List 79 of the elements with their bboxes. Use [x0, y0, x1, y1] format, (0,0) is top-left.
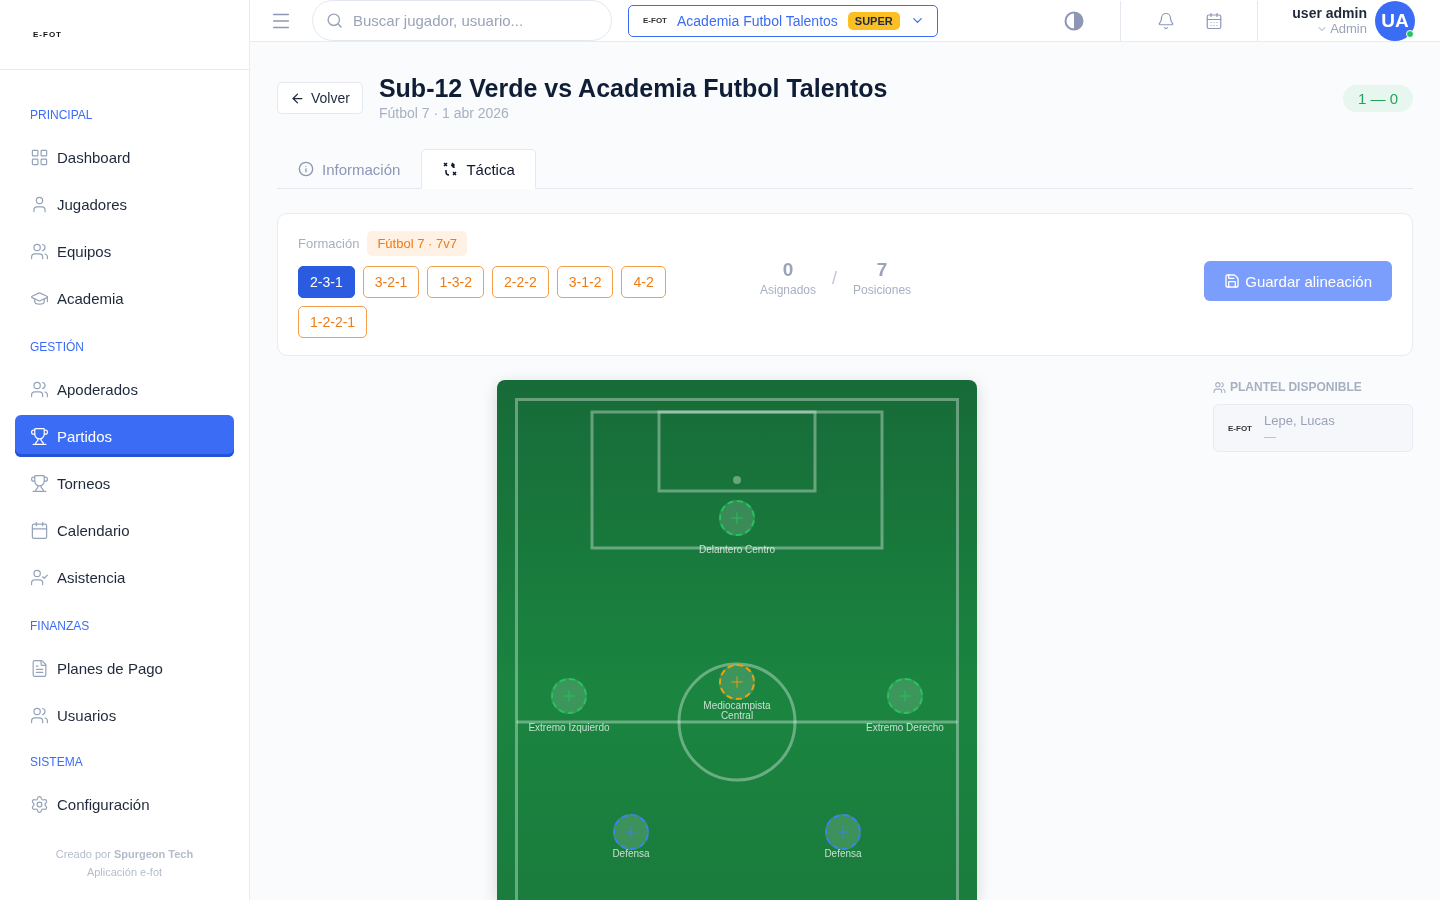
nav-icon	[30, 241, 49, 261]
section-heading: FINANZAS	[29, 618, 91, 635]
nav-item[interactable]: Apoderados	[15, 368, 234, 410]
info-icon	[298, 161, 314, 177]
app-name: Aplicación e-fot	[85, 866, 164, 878]
user-name: user admin	[1292, 5, 1367, 21]
nav-icon	[30, 520, 49, 540]
nav-icon	[30, 426, 49, 446]
assigned-label: Asignados	[760, 283, 817, 297]
nav-item[interactable]: Configuración	[15, 783, 234, 825]
plus-icon	[560, 687, 578, 705]
positions-count: 7	[876, 259, 888, 281]
nav-icon	[30, 567, 49, 587]
nav-item[interactable]: Torneos	[15, 462, 234, 504]
nav-icon	[30, 705, 49, 725]
position-label: Defensa	[612, 849, 650, 859]
match-title: Sub-12 Verde vs Academia Futbol Talentos	[378, 74, 888, 103]
people-icon	[1213, 380, 1226, 394]
position-slot[interactable]	[719, 500, 755, 536]
nav-icon	[30, 147, 49, 167]
nav-item[interactable]: Usuarios	[15, 694, 234, 736]
nav-icon	[30, 194, 49, 214]
position-label: Extremo Izquierdo	[528, 723, 610, 733]
nav-icon	[30, 794, 49, 814]
position-slot[interactable]	[719, 664, 755, 700]
position-slot[interactable]	[825, 814, 861, 850]
player-card[interactable]: E-FOT Lepe, Lucas —	[1213, 404, 1413, 452]
player-name: Lepe, Lucas	[1264, 412, 1335, 428]
nav-item[interactable]: Jugadores	[15, 183, 234, 225]
section-heading: GESTIÓN	[29, 338, 85, 356]
assigned-count: 0	[782, 259, 794, 281]
nav-icon	[30, 658, 49, 678]
plus-icon	[728, 673, 746, 691]
score-badge: 1 — 0	[1342, 85, 1413, 112]
position-label: Extremo Derecho	[866, 723, 944, 733]
formation-label: Formación	[298, 236, 360, 251]
position-slot[interactable]	[613, 814, 649, 850]
user-avatar[interactable]: UA	[1375, 0, 1415, 41]
separator: /	[832, 267, 838, 289]
position-slot[interactable]	[551, 678, 587, 714]
positions-label: Posiciones	[853, 283, 912, 297]
nav-item[interactable]: Planes de Pago	[15, 647, 234, 689]
plus-icon	[622, 823, 640, 841]
player-detail: —	[1264, 429, 1277, 444]
plus-icon	[834, 823, 852, 841]
club-selector[interactable]: E-FOT Academia Futbol Talentos SUPER	[628, 4, 938, 37]
brand-logo: E-FOT	[33, 30, 62, 39]
position-slot[interactable]	[887, 678, 923, 714]
calendar-icon[interactable]	[1205, 11, 1224, 30]
position-label: Delantero Centro	[698, 545, 776, 555]
plus-icon	[728, 509, 746, 527]
nav-item[interactable]: Calendario	[15, 509, 234, 551]
tab[interactable]: Táctica	[421, 149, 536, 189]
nav-item[interactable]: Dashboard	[15, 136, 234, 178]
nav-item[interactable]: Equipos	[15, 230, 234, 272]
club-logo: E-FOT	[1228, 423, 1252, 433]
contrast-icon[interactable]	[1064, 10, 1085, 31]
nav-item[interactable]: Academia	[15, 277, 234, 319]
tactics-icon	[442, 161, 459, 177]
section-heading: PRINCIPAL	[29, 107, 94, 124]
nav-item[interactable]: Asistencia	[15, 556, 234, 598]
match-subtitle: Fútbol 7 · 1 abr 2026	[378, 105, 510, 121]
formation-option[interactable]: 2-3-1	[298, 266, 355, 298]
back-button[interactable]: Volver	[277, 82, 363, 114]
format-tag: Fútbol 7 · 7v7	[367, 231, 467, 256]
squad-heading: PLANTEL DISPONIBLE	[1230, 380, 1362, 394]
nav-icon	[30, 473, 49, 493]
plus-icon	[896, 687, 914, 705]
search-icon	[326, 12, 343, 29]
plan-badge: SUPER	[847, 11, 900, 30]
position-label: Mediocampista Central	[702, 701, 772, 721]
credit-text: Creado por Spurgeon Tech	[54, 848, 195, 860]
notifications-bell-icon[interactable]	[1157, 11, 1176, 30]
nav-item[interactable]: Partidos	[15, 415, 234, 457]
search-field[interactable]: Buscar jugador, usuario...	[312, 0, 612, 41]
position-label: Defensa	[824, 849, 862, 859]
club-logo: E-FOT	[643, 16, 667, 25]
nav-icon	[30, 379, 49, 399]
section-heading: SISTEMA	[29, 754, 84, 771]
